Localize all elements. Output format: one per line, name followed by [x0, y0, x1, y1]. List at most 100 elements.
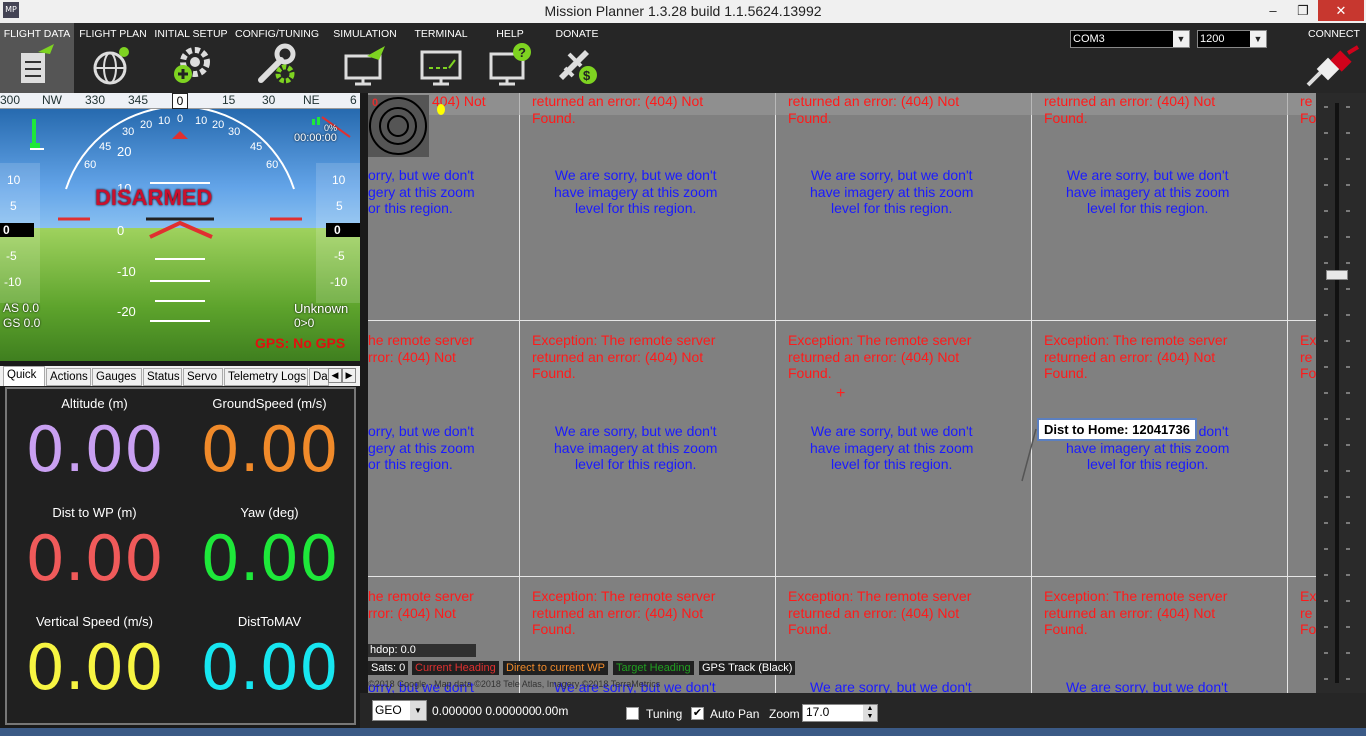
menu-initial-setup[interactable]: INITIAL SETUP [152, 23, 230, 93]
flight-plan-icon [93, 47, 129, 85]
pitch-label: -20 [117, 304, 136, 319]
tile-border [1287, 93, 1288, 693]
menu-terminal[interactable]: TERMINAL [408, 23, 474, 93]
quick-vertical-speed[interactable]: Vertical Speed (m/s) 0.00 [7, 607, 182, 716]
restore-button[interactable]: ❐ [1288, 0, 1318, 21]
tape-current: 0 [326, 223, 360, 237]
autopan-checkbox[interactable]: ✔ [691, 707, 704, 720]
coord-type-select[interactable]: GEO ▼ [372, 700, 427, 721]
tab-dataflash[interactable]: Da [309, 368, 329, 386]
quick-value: 0.00 [25, 522, 164, 595]
tab-actions[interactable]: Actions [46, 368, 91, 386]
menu-help[interactable]: HELP ? [478, 23, 542, 93]
tab-servo[interactable]: Servo [183, 368, 223, 386]
menu-flight-data[interactable]: FLIGHT DATA [0, 23, 74, 93]
tab-gauges[interactable]: Gauges [92, 368, 142, 386]
battery-readout: 0% [324, 123, 338, 133]
connect-label[interactable]: CONNECT [1308, 28, 1360, 40]
simulation-icon [344, 46, 385, 86]
svg-text:?: ? [518, 45, 526, 60]
menu-label: FLIGHT PLAN [79, 28, 147, 40]
quick-value: 0.00 [200, 522, 339, 595]
tile-sorry-text: We are sorry, but we don't [1066, 679, 1228, 693]
quick-label: DistToMAV [237, 614, 302, 629]
tab-scroll-right-icon[interactable]: ▶ [342, 368, 356, 383]
tab-quick[interactable]: Quick [3, 366, 45, 386]
menu-label: HELP [496, 28, 524, 40]
speed-tape: 10 5 0 -5 -10 [0, 163, 40, 303]
menu-label: FLIGHT DATA [3, 28, 71, 40]
roll-tick: 20 [212, 119, 225, 131]
roll-tick: 60 [84, 159, 97, 171]
menu-simulation[interactable]: SIMULATION [328, 23, 402, 93]
roll-tick: 10 [195, 115, 208, 127]
tape-value: 10 [7, 173, 21, 187]
zoom-input[interactable]: 17.0 ▲ ▼ [802, 704, 878, 722]
menu-label: TERMINAL [414, 28, 468, 40]
roll-tick: 45 [99, 141, 112, 153]
chevron-down-icon[interactable]: ▼ [1250, 31, 1266, 47]
roll-tick: 30 [122, 126, 135, 138]
tape-value: -10 [330, 275, 348, 289]
tile-error-text: he remote server rror: (404) Not [368, 332, 474, 365]
zoom-stepper-icon[interactable]: ▲ ▼ [863, 705, 877, 721]
svg-text:$: $ [583, 68, 591, 83]
tile-error-text: returned an error: (404) Not Found. [532, 93, 704, 126]
quick-dist-to-wp[interactable]: Dist to WP (m) 0.00 [7, 498, 182, 607]
coordinates-readout: 0.000000 0.000000 [432, 704, 536, 718]
pitch-label: 20 [117, 144, 132, 159]
baud-rate-value: 1200 [1200, 33, 1225, 45]
quick-label: GroundSpeed (m/s) [212, 396, 327, 411]
menu-label: INITIAL SETUP [154, 28, 228, 40]
uav-marker-icon[interactable] [437, 104, 445, 115]
window-title: Mission Planner 1.3.28 build 1.1.5624.13… [544, 3, 822, 19]
quick-groundspeed[interactable]: GroundSpeed (m/s) 0.00 [182, 389, 357, 498]
tile-sorry-text: We are sorry, but we don'thave imagery a… [554, 423, 718, 472]
baud-rate-select[interactable]: 1200 ▼ [1197, 30, 1267, 48]
tile-border [1031, 93, 1032, 693]
minimize-button[interactable]: – [1258, 0, 1288, 21]
menu-donate[interactable]: DONATE $ [546, 23, 608, 93]
tile-sorry-text: We are sorry, but we don't [810, 679, 972, 693]
tape-value: -5 [6, 249, 17, 263]
close-button[interactable]: ✕ [1318, 0, 1364, 21]
chevron-down-icon[interactable]: ▼ [1173, 31, 1189, 47]
tab-telemetry-logs[interactable]: Telemetry Logs [224, 368, 308, 386]
menu-config-tuning[interactable]: CONFIG/TUNING [234, 23, 320, 93]
tile-error-text: he remote server rror: (404) Not [368, 588, 474, 621]
tile-sorry-text: We are sorry, but we don'thave imagery a… [810, 423, 974, 472]
tile-error-text: Exception: The remote server returned an … [532, 588, 716, 637]
home-crosshair-icon[interactable]: + [836, 385, 845, 403]
menu-flight-plan[interactable]: FLIGHT PLAN [76, 23, 150, 93]
tab-status[interactable]: Status [143, 368, 182, 386]
tuning-checkbox[interactable] [626, 707, 639, 720]
chevron-down-icon[interactable]: ▼ [410, 701, 426, 720]
zoom-slider-thumb[interactable] [1326, 270, 1348, 280]
zoom-slider[interactable] [1316, 93, 1366, 693]
heading-tick: NE [303, 93, 320, 107]
tile-error-text: Exception: The remote server returned an … [788, 588, 972, 637]
hdop-readout: hdop: 0.0 [368, 644, 476, 657]
hud-display[interactable]: 300 NW 330 345 15 30 NE 6 0 20 10 0 -10 … [0, 93, 360, 361]
heading-tick: 6 [350, 93, 357, 107]
zoom-value: 17.0 [806, 705, 830, 719]
roll-tick: 45 [250, 141, 263, 153]
flight-mode: Unknown [294, 301, 349, 316]
quick-yaw[interactable]: Yaw (deg) 0.00 [182, 498, 357, 607]
tile-error-text: Exception: The remote server returned an … [788, 332, 972, 381]
connect-plug-icon[interactable] [1304, 45, 1362, 89]
tape-value: -10 [4, 275, 22, 289]
tab-scroll-left-icon[interactable]: ◀ [328, 368, 342, 383]
tile-error-text: returned an error: (404) Not Found. [788, 93, 960, 126]
menu-label: CONFIG/TUNING [235, 28, 319, 40]
quick-value: 0.00 [200, 413, 339, 486]
quick-dist-to-mav[interactable]: DistToMAV 0.00 [182, 607, 357, 716]
map-view[interactable]: 404) Not returned an error: (404) Not Fou… [368, 93, 1316, 693]
tile-border [368, 576, 1316, 577]
com-port-select[interactable]: COM3 ▼ [1070, 30, 1190, 48]
tape-value: 5 [10, 199, 17, 213]
roll-tick: 30 [228, 126, 241, 138]
quick-altitude[interactable]: Altitude (m) 0.00 [7, 389, 182, 498]
airspeed-readout: AS 0.0 [3, 301, 40, 315]
tile-border [368, 320, 1316, 321]
